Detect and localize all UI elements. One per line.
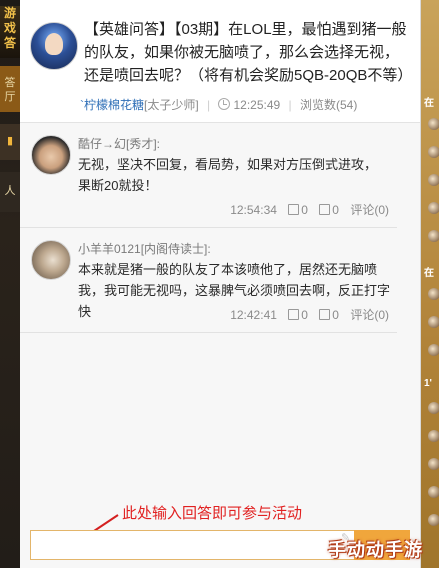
site-watermark: 手动动手游 [328,540,423,560]
annotation-arrow-icon [62,514,119,552]
annotation-text: 此处输入回答即可参与活动 [122,505,303,522]
